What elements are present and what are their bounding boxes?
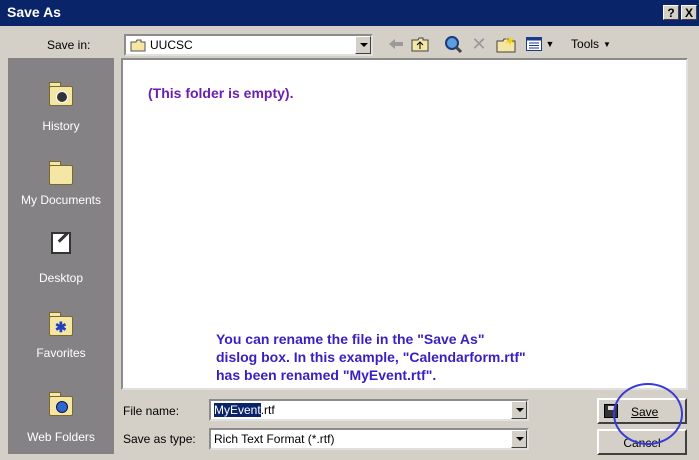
place-label: Desktop [38, 271, 84, 285]
place-label: My Documents [20, 193, 102, 207]
favorites-icon: ✱ [45, 308, 77, 340]
chevron-down-icon[interactable] [355, 36, 371, 54]
file-name-extension: .rtf [260, 403, 275, 417]
help-button[interactable]: ? [663, 5, 679, 20]
file-name-input[interactable]: MyEvent.rtf [209, 399, 529, 421]
save-in-label: Save in: [47, 38, 91, 52]
my-documents-icon [45, 157, 77, 189]
place-label: Web Folders [27, 430, 95, 444]
place-favorites[interactable]: ✱ Favorites [8, 304, 114, 384]
search-web-icon[interactable] [442, 33, 464, 55]
save-in-value: UUCSC [150, 38, 193, 52]
history-icon [45, 78, 77, 110]
chevron-down-icon[interactable] [511, 401, 527, 419]
web-folders-icon [45, 388, 77, 420]
window-title: Save As [7, 4, 61, 20]
file-name-label: File name: [123, 404, 180, 418]
up-folder-icon[interactable] [410, 33, 430, 55]
title-bar: Save As ? X [0, 0, 699, 26]
views-icon[interactable] [525, 33, 543, 55]
close-button[interactable]: X [681, 5, 697, 20]
file-name-selected-text: MyEvent [214, 403, 261, 417]
place-history[interactable]: History [8, 74, 114, 154]
tools-menu[interactable]: Tools ▼ [568, 33, 614, 55]
desktop-icon [45, 230, 77, 262]
place-label: History [42, 119, 80, 133]
views-dropdown-icon[interactable]: ▼ [545, 33, 555, 55]
annotation-line: has been renamed "MyEvent.rtf". [216, 367, 437, 383]
save-type-label: Save as type: [123, 432, 196, 446]
annotation-text: You can rename the file in the "Save As"… [216, 330, 526, 384]
new-folder-icon[interactable] [495, 33, 517, 55]
annotation-line: dislog box. In this example, "Calendarfo… [216, 349, 526, 365]
place-desktop[interactable]: Desktop [8, 228, 114, 308]
highlight-circle [613, 383, 683, 445]
place-my-documents[interactable]: My Documents [8, 153, 114, 233]
save-type-dropdown[interactable]: Rich Text Format (*.rtf) [209, 428, 529, 450]
place-web-folders[interactable]: Web Folders [8, 382, 114, 460]
file-list-view[interactable]: (This folder is empty). You can rename t… [121, 58, 688, 390]
tools-label: Tools [571, 37, 600, 51]
tools-dropdown-icon: ▼ [603, 39, 611, 49]
delete-icon[interactable]: ✕ [469, 33, 489, 55]
folder-icon [130, 39, 146, 52]
back-arrow-icon[interactable] [387, 33, 405, 55]
annotation-line: You can rename the file in the "Save As" [216, 331, 485, 347]
place-label: Favorites [36, 346, 86, 360]
places-bar: History My Documents Desktop ✱ Favorites [8, 58, 114, 454]
save-as-dialog: Save As ? X Save in: UUCSC ✕ ▼ Tools ▼ H… [0, 0, 699, 460]
save-type-value: Rich Text Format (*.rtf) [214, 432, 335, 446]
save-in-dropdown[interactable]: UUCSC [124, 34, 373, 56]
empty-folder-message: (This folder is empty). [148, 85, 294, 101]
chevron-down-icon[interactable] [511, 430, 527, 448]
